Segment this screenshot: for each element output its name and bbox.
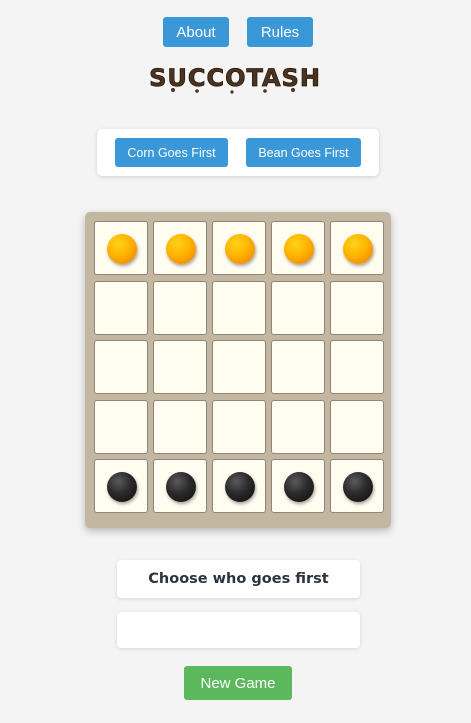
board-cell[interactable] <box>153 459 207 513</box>
board-cell[interactable] <box>212 340 266 394</box>
board-cell[interactable] <box>271 221 325 275</box>
board-cell[interactable] <box>271 340 325 394</box>
board-cell[interactable] <box>330 459 384 513</box>
board-cell[interactable] <box>94 459 148 513</box>
corn-goes-first-button[interactable]: Corn Goes First <box>115 138 228 167</box>
board-cell[interactable] <box>271 399 325 454</box>
bean-piece[interactable] <box>107 472 137 502</box>
board-cell[interactable] <box>271 280 325 335</box>
board-cell[interactable] <box>153 280 207 335</box>
corn-piece[interactable] <box>343 234 373 264</box>
board-cell[interactable] <box>94 399 148 454</box>
board-cell[interactable] <box>212 280 266 335</box>
board-cell[interactable] <box>271 459 325 513</box>
board-cell[interactable] <box>94 221 148 275</box>
board-cell[interactable] <box>330 221 384 275</box>
about-button[interactable]: About <box>163 17 229 47</box>
board-cell[interactable] <box>94 280 148 335</box>
first-player-selector: Corn Goes First Bean Goes First <box>97 129 379 176</box>
bean-piece[interactable] <box>225 472 255 502</box>
logo-text: SUCCOTASH <box>149 64 321 92</box>
board-cell[interactable] <box>153 340 207 394</box>
board-cell[interactable] <box>330 280 384 335</box>
corn-piece[interactable] <box>107 234 137 264</box>
bean-piece[interactable] <box>284 472 314 502</box>
corn-piece[interactable] <box>225 234 255 264</box>
board-cell[interactable] <box>212 459 266 513</box>
board-cell[interactable] <box>212 221 266 275</box>
bean-piece[interactable] <box>343 472 373 502</box>
corn-piece[interactable] <box>284 234 314 264</box>
game-board <box>85 212 391 528</box>
corn-piece[interactable] <box>166 234 196 264</box>
rules-button[interactable]: Rules <box>247 17 313 47</box>
message-box <box>117 612 360 648</box>
board-cell[interactable] <box>330 340 384 394</box>
bean-piece[interactable] <box>166 472 196 502</box>
board-cell[interactable] <box>330 399 384 454</box>
board-cell[interactable] <box>212 399 266 454</box>
status-text: Choose who goes first <box>117 560 360 598</box>
board-cell[interactable] <box>94 340 148 394</box>
board-cell[interactable] <box>153 221 207 275</box>
new-game-button[interactable]: New Game <box>184 666 292 700</box>
succotash-logo: SUCCOTASH <box>149 64 321 94</box>
board-cell[interactable] <box>153 399 207 454</box>
bean-goes-first-button[interactable]: Bean Goes First <box>246 138 361 167</box>
